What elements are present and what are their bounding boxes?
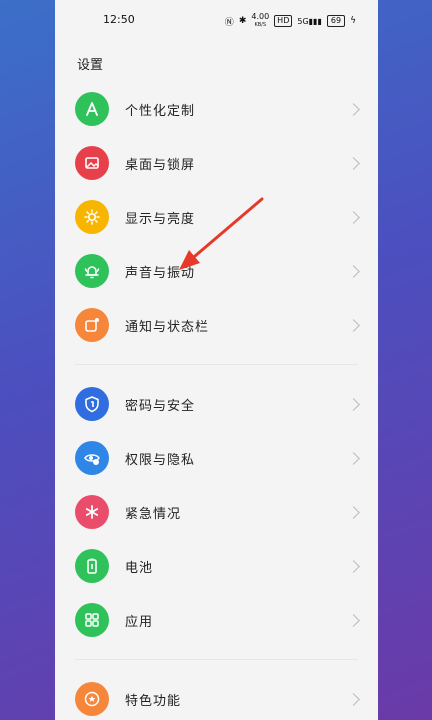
net-speed-value: 4.00 xyxy=(251,12,270,21)
battery-icon xyxy=(75,549,109,583)
settings-item-label: 应用 xyxy=(125,614,154,630)
chevron-right-icon xyxy=(347,102,360,116)
net-speed: 4.00 KB/S xyxy=(251,13,269,29)
section-divider xyxy=(75,364,358,365)
brightness-icon xyxy=(75,200,109,234)
chevron-right-icon xyxy=(347,613,360,627)
signal-icon: 5G▮▮▮ xyxy=(297,16,322,26)
settings-item-label: 密码与安全 xyxy=(125,398,196,414)
nfc-icon: Ⓝ xyxy=(224,17,234,28)
chevron-right-icon xyxy=(347,559,360,573)
hd-badge: HD xyxy=(274,15,293,27)
settings-item-8[interactable]: 紧急情况 xyxy=(55,485,378,539)
bluetooth-icon: ✱ xyxy=(238,16,247,26)
chevron-right-icon xyxy=(347,318,360,332)
emergency-icon xyxy=(75,495,109,529)
apps-icon xyxy=(75,603,109,637)
settings-item-label: 声音与振动 xyxy=(125,265,196,281)
settings-item-label: 特色功能 xyxy=(125,693,182,709)
privacy-icon xyxy=(75,441,109,475)
chevron-right-icon xyxy=(347,210,360,224)
settings-item-label: 紧急情况 xyxy=(125,506,182,522)
section-divider xyxy=(75,659,358,660)
settings-item-label: 个性化定制 xyxy=(125,103,196,119)
settings-item-label: 电池 xyxy=(125,560,154,576)
settings-screen: 12:50 Ⓝ ✱ 4.00 KB/S HD 5G▮▮▮ 69 ϟ 设置 个性化… xyxy=(55,0,378,720)
settings-item-2[interactable]: 桌面与锁屏 xyxy=(55,136,378,190)
shield-icon xyxy=(75,387,109,421)
settings-item-6[interactable]: 密码与安全 xyxy=(55,377,378,431)
page-title: 设置 xyxy=(77,58,104,73)
settings-item-label: 桌面与锁屏 xyxy=(125,157,196,173)
bell-icon xyxy=(75,254,109,288)
net-speed-unit: KB/S xyxy=(254,22,267,28)
wallpaper-icon xyxy=(75,146,109,180)
battery-indicator: 69 xyxy=(326,15,346,27)
settings-item-3[interactable]: 显示与亮度 xyxy=(55,190,378,244)
charging-icon: ϟ xyxy=(350,16,356,26)
status-icons: Ⓝ ✱ 4.00 KB/S HD 5G▮▮▮ 69 ϟ xyxy=(225,13,356,29)
settings-item-5[interactable]: 通知与状态栏 xyxy=(55,298,378,352)
settings-item-label: 权限与隐私 xyxy=(125,452,196,468)
settings-item-1[interactable]: 个性化定制 xyxy=(55,82,378,136)
chevron-right-icon xyxy=(347,451,360,465)
chevron-right-icon xyxy=(347,692,360,706)
settings-item-4[interactable]: 声音与振动 xyxy=(55,244,378,298)
chevron-right-icon xyxy=(347,505,360,519)
chevron-right-icon xyxy=(347,156,360,170)
notification-icon xyxy=(75,308,109,342)
settings-item-label: 显示与亮度 xyxy=(125,211,196,227)
star-icon xyxy=(75,682,109,716)
settings-item-label: 通知与状态栏 xyxy=(125,319,210,335)
settings-item-9[interactable]: 电池 xyxy=(55,539,378,593)
settings-item-7[interactable]: 权限与隐私 xyxy=(55,431,378,485)
settings-item-10[interactable]: 应用 xyxy=(55,593,378,647)
status-time: 12:50 xyxy=(103,13,135,26)
settings-item-11[interactable]: 特色功能 xyxy=(55,672,378,720)
personalization-icon xyxy=(75,92,109,126)
signal-label: 5G xyxy=(297,16,309,26)
chevron-right-icon xyxy=(347,264,360,278)
status-bar: 12:50 Ⓝ ✱ 4.00 KB/S HD 5G▮▮▮ 69 ϟ xyxy=(55,0,378,40)
chevron-right-icon xyxy=(347,397,360,411)
